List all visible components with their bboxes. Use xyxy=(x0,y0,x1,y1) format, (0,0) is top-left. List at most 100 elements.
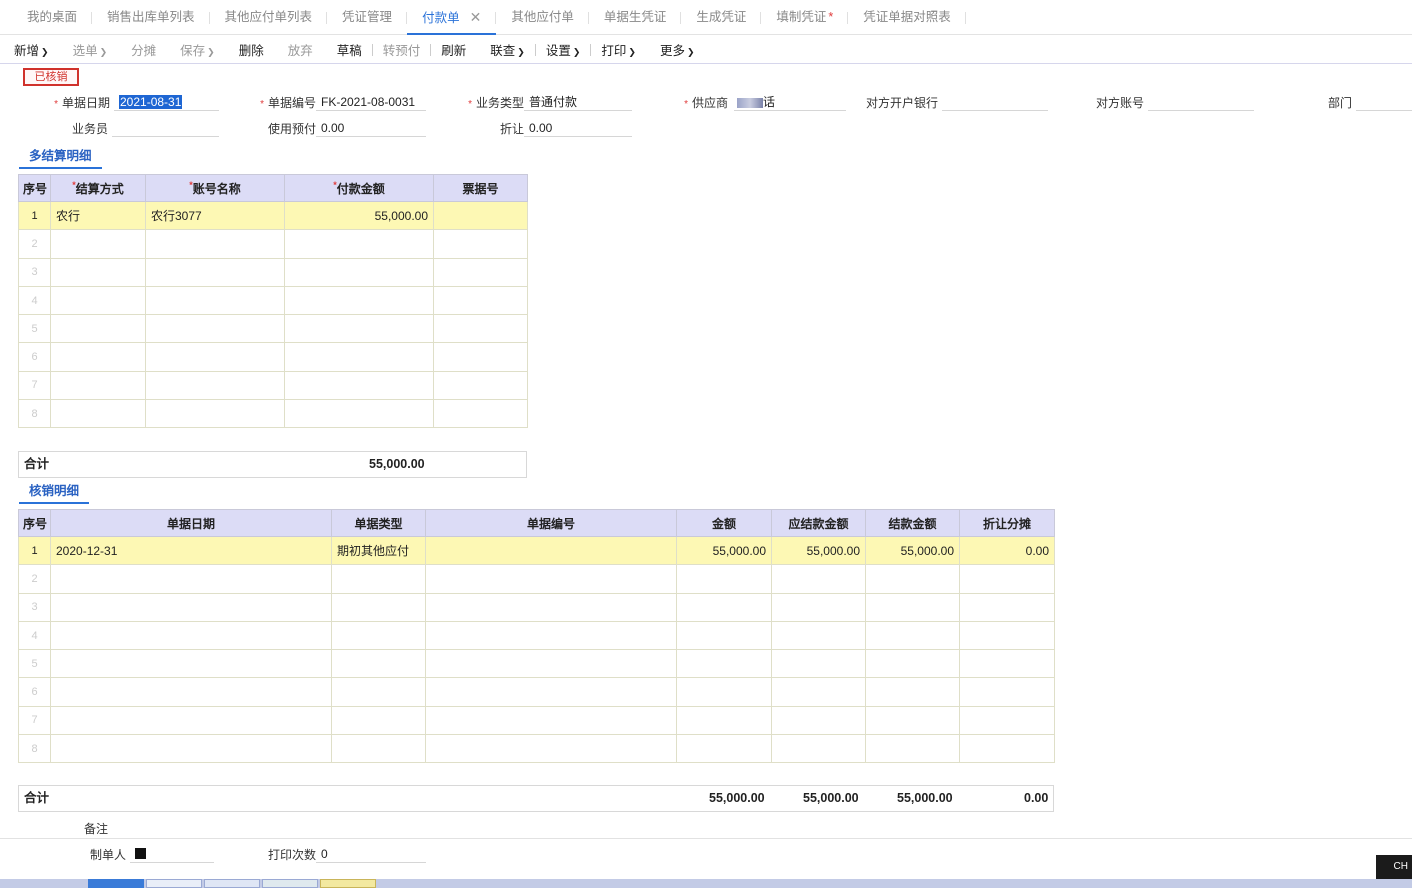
draft-button[interactable]: 草稿 xyxy=(337,40,362,59)
doc-no-cell[interactable] xyxy=(425,535,677,566)
ticket-no-cell[interactable] xyxy=(433,229,528,259)
save-button[interactable]: 保存 ❯ xyxy=(180,40,215,59)
discard-button[interactable]: 放弃 xyxy=(288,40,313,59)
discount-input[interactable]: 0.00 xyxy=(524,119,632,137)
settle-method-cell[interactable] xyxy=(50,370,146,401)
dept-input[interactable] xyxy=(1356,93,1412,111)
settle-method-cell[interactable] xyxy=(50,342,146,372)
ticket-no-cell[interactable] xyxy=(433,257,528,287)
split-button[interactable]: 分摊 xyxy=(131,40,156,59)
account-name-cell[interactable]: 农行3077 xyxy=(145,200,285,231)
table-row[interactable]: 5 xyxy=(18,649,1055,679)
doc-date-cell[interactable] xyxy=(50,734,332,764)
delete-button[interactable]: 删除 xyxy=(239,40,264,59)
discount-share-cell[interactable] xyxy=(959,564,1055,594)
table-row[interactable]: 8 xyxy=(18,399,528,429)
doc-date-cell[interactable]: 2020-12-31 xyxy=(50,535,332,566)
payment-amount-cell[interactable]: 55,000.00 xyxy=(284,200,434,231)
tab-doc-to-voucher[interactable]: 单据生凭证 xyxy=(589,0,682,35)
taskbar-app-icon[interactable] xyxy=(320,879,376,888)
account-name-cell[interactable] xyxy=(145,257,285,287)
discount-share-cell[interactable] xyxy=(959,705,1055,736)
paid-amount-cell[interactable] xyxy=(865,705,960,736)
table-row[interactable]: 8 xyxy=(18,734,1055,764)
table-row[interactable]: 6 xyxy=(18,677,1055,707)
refresh-button[interactable]: 刷新 xyxy=(441,40,466,59)
paid-amount-cell[interactable] xyxy=(865,592,960,622)
due-amount-cell[interactable] xyxy=(771,677,866,707)
payment-amount-cell[interactable] xyxy=(284,285,434,316)
settle-method-cell[interactable] xyxy=(50,257,146,287)
due-amount-cell[interactable] xyxy=(771,564,866,594)
taskbar-app-icon[interactable] xyxy=(262,879,318,888)
table-row[interactable]: 7 xyxy=(18,705,1055,736)
paid-amount-cell[interactable] xyxy=(865,649,960,679)
doc-date-cell[interactable] xyxy=(50,592,332,622)
table-row[interactable]: 4 xyxy=(18,620,1055,651)
prepay-button[interactable]: 转预付 xyxy=(383,40,421,59)
amount-cell[interactable]: 55,000.00 xyxy=(676,535,772,566)
doc-no-input[interactable]: FK-2021-08-0031 xyxy=(316,93,426,111)
table-row[interactable]: 3 xyxy=(18,592,1055,622)
doc-type-cell[interactable] xyxy=(331,649,426,679)
doc-date-cell[interactable] xyxy=(50,564,332,594)
table-row[interactable]: 6 xyxy=(18,342,528,372)
ticket-no-cell[interactable] xyxy=(433,370,528,401)
tab-sales-outbound-list[interactable]: 销售出库单列表 xyxy=(92,0,210,35)
ime-indicator[interactable]: CH xyxy=(1376,855,1412,879)
print-button[interactable]: 打印 ❯ xyxy=(601,40,636,59)
paid-amount-cell[interactable] xyxy=(865,734,960,764)
doc-no-cell[interactable] xyxy=(425,649,677,679)
pick-button[interactable]: 选单 ❯ xyxy=(73,40,108,59)
tab-desktop[interactable]: 我的桌面 xyxy=(12,0,93,35)
prepay-used-input[interactable]: 0.00 xyxy=(316,119,426,137)
account-input[interactable] xyxy=(1148,93,1254,111)
payment-amount-cell[interactable] xyxy=(284,399,434,429)
discount-share-cell[interactable] xyxy=(959,677,1055,707)
taskbar-app-icon[interactable] xyxy=(204,879,260,888)
settings-button[interactable]: 设置 ❯ xyxy=(546,40,581,59)
ticket-no-cell[interactable] xyxy=(433,200,528,231)
linked-query-button[interactable]: 联查 ❯ xyxy=(490,40,525,59)
tab-voucher-management[interactable]: 凭证管理 xyxy=(327,0,408,35)
tab-voucher-doc-compare[interactable]: 凭证单据对照表 xyxy=(848,0,966,35)
settle-section-title[interactable]: 多结算明细 xyxy=(19,145,102,169)
tab-payment-order[interactable]: 付款单 ✕ xyxy=(407,0,497,35)
amount-cell[interactable] xyxy=(676,564,772,594)
table-row[interactable]: 3 xyxy=(18,257,528,287)
discount-share-cell[interactable] xyxy=(959,734,1055,764)
amount-cell[interactable] xyxy=(676,677,772,707)
settle-method-cell[interactable] xyxy=(50,399,146,429)
amount-cell[interactable] xyxy=(676,734,772,764)
doc-type-cell[interactable] xyxy=(331,734,426,764)
payment-amount-cell[interactable] xyxy=(284,314,434,344)
payment-amount-cell[interactable] xyxy=(284,257,434,287)
account-name-cell[interactable] xyxy=(145,285,285,316)
table-row[interactable]: 1 农行 农行3077 55,000.00 xyxy=(18,200,528,231)
doc-no-cell[interactable] xyxy=(425,734,677,764)
doc-date-input[interactable]: 2021-08-31 xyxy=(114,93,219,111)
tab-fill-voucher[interactable]: 填制凭证 * xyxy=(761,0,849,35)
settle-method-cell[interactable] xyxy=(50,314,146,344)
doc-type-cell[interactable] xyxy=(331,620,426,651)
discount-share-cell[interactable] xyxy=(959,620,1055,651)
new-button[interactable]: 新增 ❯ xyxy=(14,40,49,59)
due-amount-cell[interactable] xyxy=(771,620,866,651)
settle-method-cell[interactable] xyxy=(50,285,146,316)
account-name-cell[interactable] xyxy=(145,342,285,372)
paid-amount-cell[interactable]: 55,000.00 xyxy=(865,535,960,566)
taskbar-app-icon[interactable] xyxy=(146,879,202,888)
table-row[interactable]: 1 2020-12-31 期初其他应付 55,000.00 55,000.00 … xyxy=(18,535,1055,566)
table-row[interactable]: 2 xyxy=(18,229,528,259)
doc-date-cell[interactable] xyxy=(50,649,332,679)
doc-date-cell[interactable] xyxy=(50,705,332,736)
tab-generate-voucher[interactable]: 生成凭证 xyxy=(681,0,762,35)
ticket-no-cell[interactable] xyxy=(433,342,528,372)
payment-amount-cell[interactable] xyxy=(284,342,434,372)
doc-type-cell[interactable] xyxy=(331,564,426,594)
due-amount-cell[interactable] xyxy=(771,705,866,736)
account-name-cell[interactable] xyxy=(145,399,285,429)
settle-method-cell[interactable] xyxy=(50,229,146,259)
doc-no-cell[interactable] xyxy=(425,564,677,594)
amount-cell[interactable] xyxy=(676,705,772,736)
